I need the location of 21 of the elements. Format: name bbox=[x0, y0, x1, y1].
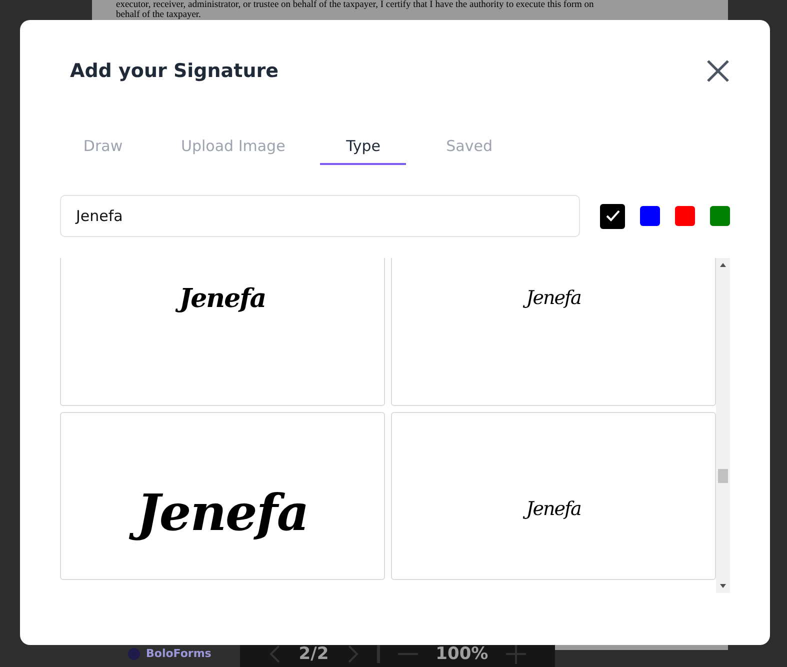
signature-option[interactable]: Jenefa bbox=[60, 258, 385, 406]
next-icon[interactable] bbox=[346, 644, 359, 662]
close-icon[interactable] bbox=[706, 59, 730, 83]
dialog-title: Add your Signature bbox=[70, 60, 278, 82]
signature-option[interactable]: Jenefa bbox=[60, 412, 385, 580]
color-swatch[interactable] bbox=[640, 206, 660, 226]
document-text: executor, receiver, administrator, or trustee on behalf of the taxpayer, I certify that I have the authority to execute this form on bbox=[116, 0, 595, 10]
tab[interactable]: Type bbox=[320, 130, 406, 165]
logo-icon bbox=[128, 648, 140, 660]
document-text: behalf of the taxpayer. bbox=[116, 10, 202, 20]
page-counter: 2/2 bbox=[298, 644, 329, 664]
brand-name: BoloForms bbox=[146, 647, 212, 660]
signature-option[interactable]: Jenefa bbox=[391, 412, 716, 580]
name-input[interactable]: Jenefa bbox=[60, 195, 580, 237]
zoom-level: 100% bbox=[436, 644, 488, 664]
scrollbar[interactable] bbox=[716, 258, 730, 593]
previous-icon[interactable] bbox=[268, 644, 281, 662]
zoom-in-icon[interactable] bbox=[506, 644, 526, 664]
color-swatch[interactable] bbox=[710, 206, 730, 226]
color-swatch[interactable] bbox=[675, 206, 695, 226]
color-swatch[interactable] bbox=[600, 204, 625, 228]
